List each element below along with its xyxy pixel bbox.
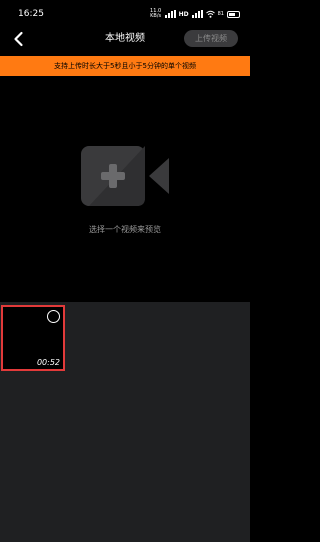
- video-grid: 00:52: [0, 302, 250, 542]
- preview-hint-text: 选择一个视频来预览: [89, 225, 161, 234]
- battery-icon: [227, 10, 240, 18]
- signal-icon-2: [191, 10, 203, 18]
- video-camera-plus-icon: [81, 146, 169, 206]
- battery-level: 81: [217, 11, 224, 17]
- network-speed: 11.0 KB/s: [150, 9, 162, 19]
- video-preview-area: 选择一个视频来预览: [0, 76, 250, 302]
- video-thumbnail[interactable]: 00:52: [1, 305, 65, 371]
- status-time: 16:25: [18, 9, 44, 19]
- signal-icon: [164, 10, 176, 18]
- status-bar: 16:25 11.0 KB/s HD 81: [0, 0, 250, 24]
- video-duration: 00:52: [36, 358, 60, 367]
- upload-notice-banner: 支持上传时长大于5秒且小于5分钟的单个视频: [0, 56, 250, 76]
- wifi-icon: [205, 10, 215, 18]
- nav-bar: 本地视频 上传视频: [0, 24, 250, 56]
- select-circle-icon[interactable]: [47, 310, 60, 323]
- status-icons: 11.0 KB/s HD 81: [150, 8, 240, 20]
- network-type: HD: [178, 10, 189, 18]
- network-speed-unit: KB/s: [150, 13, 162, 19]
- upload-video-button[interactable]: 上传视频: [184, 30, 238, 47]
